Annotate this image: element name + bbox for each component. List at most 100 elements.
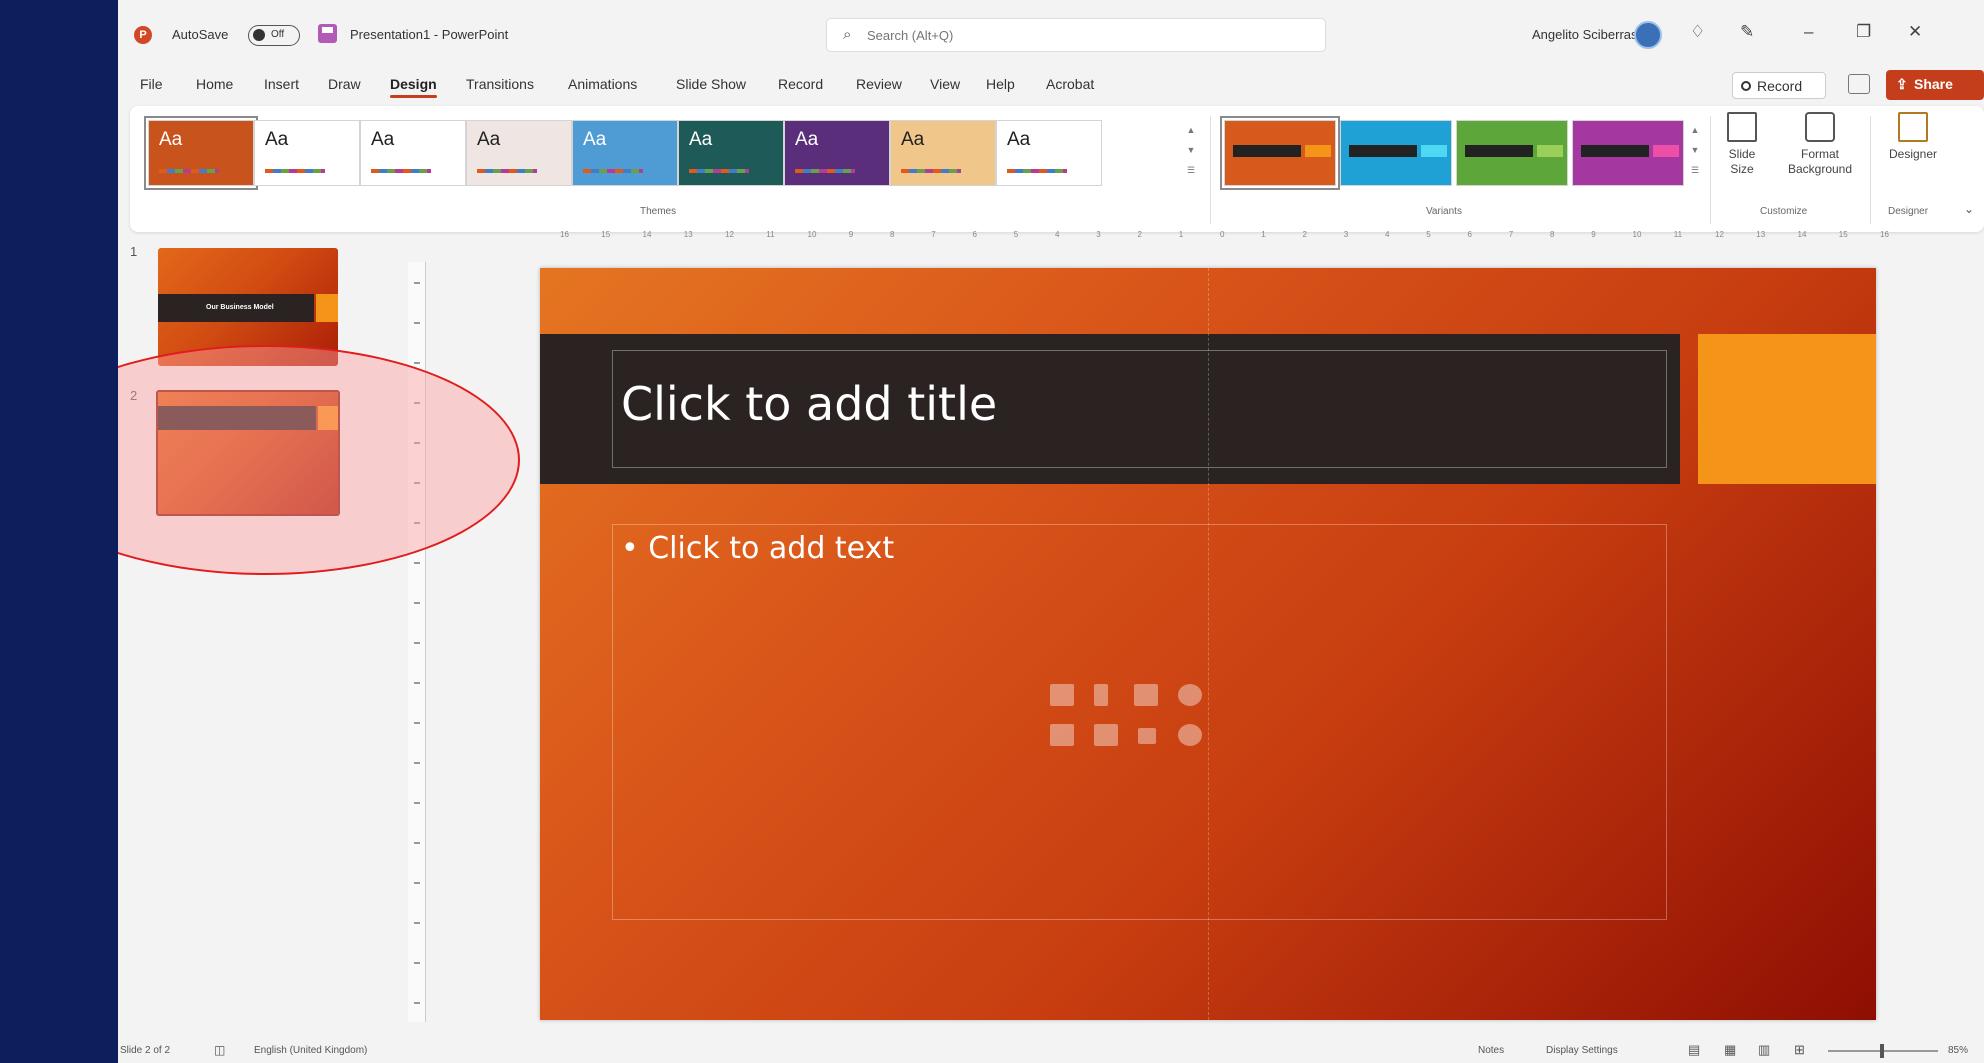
display-settings-button[interactable]: Display Settings <box>1546 1045 1618 1056</box>
designer-group-label: Designer <box>1888 206 1929 217</box>
language-indicator[interactable]: English (United Kingdom) <box>254 1045 367 1056</box>
vertical-ruler <box>408 262 426 1022</box>
record-button[interactable]: Record <box>1732 72 1826 99</box>
insert-table-icon[interactable] <box>1050 684 1074 706</box>
share-button[interactable]: ⇪ Share <box>1886 70 1984 100</box>
insert-video-icon[interactable] <box>1138 728 1156 744</box>
tab-home[interactable]: Home <box>196 76 233 92</box>
slide-size-button[interactable]: Slide Size <box>1712 112 1772 177</box>
chevron-down-icon[interactable]: ⌄ <box>1964 202 1974 216</box>
ruler-tick-label: 8 <box>1550 230 1555 239</box>
ruler-tick-label: 2 <box>1302 230 1307 239</box>
tab-review[interactable]: Review <box>856 76 902 92</box>
insert-stock-images-icon[interactable] <box>1094 724 1118 746</box>
minimize-icon[interactable]: – <box>1804 22 1813 42</box>
scroll-down-icon[interactable]: ▼ <box>1184 140 1198 160</box>
normal-view-icon[interactable]: ▤ <box>1688 1042 1700 1058</box>
tab-acrobat[interactable]: Acrobat <box>1046 76 1094 92</box>
theme-aa-label: Aa <box>265 129 289 150</box>
theme-color-strip <box>795 169 855 173</box>
thumbnail-band <box>158 406 316 430</box>
tab-draw[interactable]: Draw <box>328 76 361 92</box>
variant-thumbnail-4[interactable] <box>1572 120 1684 186</box>
insert-smartart-icon[interactable] <box>1134 684 1158 706</box>
separator <box>1870 116 1871 224</box>
tab-animations[interactable]: Animations <box>568 76 637 92</box>
search-box[interactable]: ⌕ <box>826 18 1326 52</box>
scroll-up-icon[interactable]: ▲ <box>1184 120 1198 140</box>
variants-gallery-scroll[interactable]: ▲ ▼ ☰ <box>1688 120 1702 186</box>
theme-aa-label: Aa <box>901 129 925 150</box>
autosave-toggle[interactable]: Off <box>248 25 300 46</box>
variant-thumbnail-3[interactable] <box>1456 120 1568 186</box>
theme-thumbnail-5[interactable]: Aa <box>572 120 678 186</box>
autosave-label: AutoSave <box>172 27 229 42</box>
theme-thumbnail-2[interactable]: Aa <box>254 120 360 186</box>
designer-button[interactable]: Designer <box>1878 112 1948 162</box>
theme-thumbnail-9[interactable]: Aa <box>996 120 1102 186</box>
tab-transitions[interactable]: Transitions <box>466 76 534 92</box>
notes-button[interactable]: Notes <box>1478 1045 1504 1056</box>
designer-icon <box>1898 112 1928 142</box>
insert-chart-icon[interactable] <box>1094 684 1108 706</box>
toggle-knob-icon <box>253 29 265 41</box>
theme-color-strip <box>1007 169 1067 173</box>
more-icon[interactable]: ☰ <box>1688 160 1702 180</box>
variant-thumbnail-1[interactable] <box>1220 116 1340 190</box>
close-icon[interactable]: ✕ <box>1908 22 1922 42</box>
design-ribbon: Aa Aa Aa Aa Aa Aa Aa Aa Aa ▲ ▼ ☰ Themes ▲ ▼ ☰ Va… <box>130 106 1984 232</box>
reading-view-icon[interactable]: ▥ <box>1758 1042 1770 1058</box>
theme-thumbnail-1[interactable]: Aa <box>144 116 258 190</box>
ruler-tick <box>414 722 420 724</box>
tab-design[interactable]: Design <box>390 76 437 98</box>
zoom-slider-handle[interactable] <box>1880 1044 1884 1058</box>
document-title: Presentation1 - PowerPoint <box>350 27 509 42</box>
theme-thumbnail-4[interactable]: Aa <box>466 120 572 186</box>
slide-thumbnail-1[interactable]: Our Business Model <box>158 248 338 366</box>
tab-view[interactable]: View <box>930 76 960 92</box>
zoom-level[interactable]: 85% <box>1948 1045 1968 1056</box>
theme-color-strip <box>371 169 431 173</box>
tab-help[interactable]: Help <box>986 76 1015 92</box>
ruler-tick-label: 16 <box>1880 230 1889 239</box>
tab-slide-show[interactable]: Slide Show <box>676 76 746 92</box>
slideshow-icon[interactable]: ⊞ <box>1794 1042 1805 1058</box>
status-bar: Slide 2 of 2 ◫ English (United Kingdom) … <box>118 1039 1984 1063</box>
tab-record[interactable]: Record <box>778 76 823 92</box>
powerpoint-window: P AutoSave Off Presentation1 - PowerPoin… <box>118 0 1984 1063</box>
restore-icon[interactable]: ❐ <box>1856 22 1871 42</box>
insert-3d-model-icon[interactable] <box>1178 684 1202 706</box>
diamond-icon[interactable]: ♢ <box>1690 22 1705 42</box>
slide-canvas[interactable]: Click to add title • Click to add text <box>540 268 1876 1020</box>
theme-thumbnail-8[interactable]: Aa <box>890 120 996 186</box>
insert-picture-icon[interactable] <box>1050 724 1074 746</box>
variant-thumbnail-2[interactable] <box>1340 120 1452 186</box>
ruler-tick <box>414 842 420 844</box>
ruler-tick-label: 8 <box>890 230 895 239</box>
scroll-up-icon[interactable]: ▲ <box>1688 120 1702 140</box>
save-icon[interactable] <box>318 24 337 43</box>
themes-gallery-scroll[interactable]: ▲ ▼ ☰ <box>1184 120 1198 186</box>
theme-thumbnail-7[interactable]: Aa <box>784 120 890 186</box>
accessibility-icon[interactable]: ◫ <box>214 1043 225 1057</box>
tab-insert[interactable]: Insert <box>264 76 299 92</box>
ruler-tick-label: 3 <box>1343 230 1349 239</box>
title-placeholder[interactable]: Click to add title <box>612 350 1667 468</box>
pen-icon[interactable]: ✎ <box>1740 22 1754 42</box>
more-icon[interactable]: ☰ <box>1184 160 1198 180</box>
slide-thumbnail-2[interactable] <box>156 390 340 516</box>
slide-sorter-icon[interactable]: ▦ <box>1724 1042 1736 1058</box>
ruler-tick <box>414 562 420 564</box>
ruler-tick <box>414 442 420 444</box>
scroll-down-icon[interactable]: ▼ <box>1688 140 1702 160</box>
theme-thumbnail-6[interactable]: Aa <box>678 120 784 186</box>
format-background-button[interactable]: Format Background <box>1778 112 1862 177</box>
ruler-tick-label: 4 <box>1385 230 1390 239</box>
search-input[interactable] <box>867 25 1287 45</box>
theme-aa-label: Aa <box>477 129 501 150</box>
theme-thumbnail-3[interactable]: Aa <box>360 120 466 186</box>
comments-icon[interactable] <box>1848 74 1870 94</box>
insert-icons-icon[interactable] <box>1178 724 1202 746</box>
tab-file[interactable]: File <box>140 76 163 92</box>
avatar[interactable] <box>1634 21 1662 49</box>
